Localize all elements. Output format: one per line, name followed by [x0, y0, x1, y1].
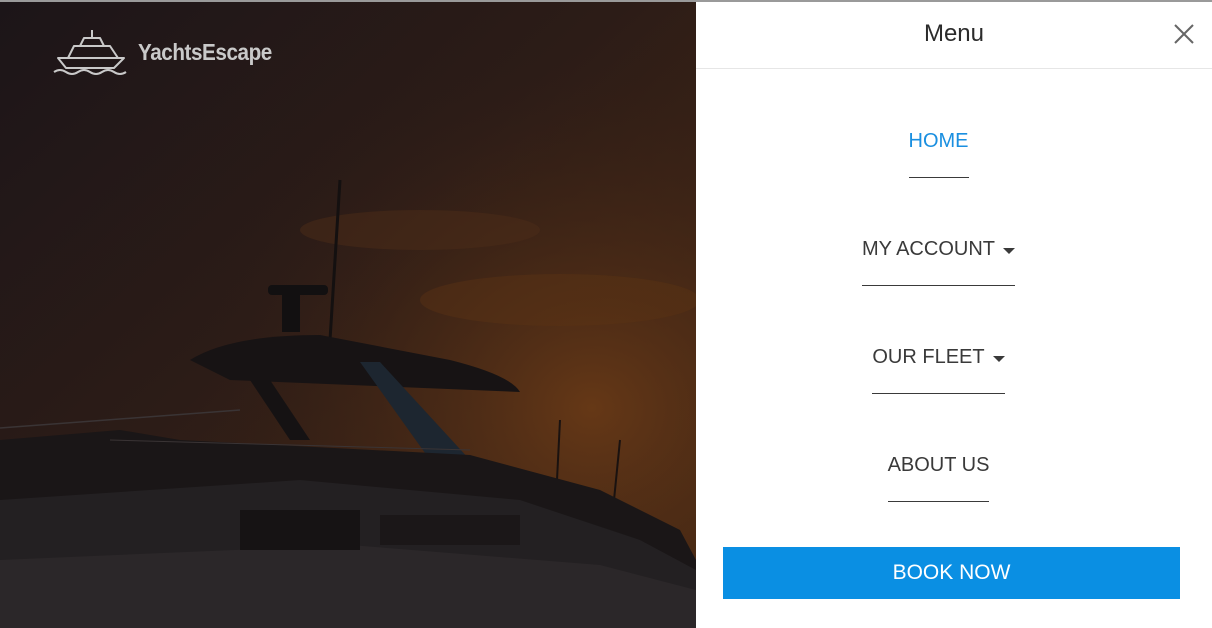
divider: [908, 177, 969, 178]
menu-header: Menu: [696, 2, 1212, 69]
menu-panel: Menu HOME MY ACCOUNT OUR FLEET ABOUT US …: [696, 2, 1212, 628]
home-label: HOME: [908, 130, 969, 152]
menu-item-about-us: ABOUT US: [696, 454, 1181, 502]
caret-down-icon: [992, 355, 1005, 362]
close-icon[interactable]: [1172, 22, 1196, 46]
menu-title: Menu: [923, 20, 985, 47]
about-us-label: ABOUT US: [887, 454, 990, 476]
about-us-link[interactable]: ABOUT US: [887, 454, 990, 502]
home-link[interactable]: HOME: [908, 130, 969, 178]
book-now-button[interactable]: BOOK NOW: [723, 547, 1180, 599]
brand-logo[interactable]: YachtsEscape: [52, 28, 287, 76]
my-account-link[interactable]: MY ACCOUNT: [862, 238, 1015, 286]
our-fleet-link[interactable]: OUR FLEET: [872, 346, 1005, 394]
menu-item-home: HOME: [696, 130, 1181, 178]
yacht-icon: [53, 30, 127, 75]
hero-background-image: YachtsEscape: [0, 0, 696, 628]
my-account-label: MY ACCOUNT: [862, 238, 995, 260]
caret-down-icon: [1002, 247, 1015, 254]
top-border: [0, 0, 1212, 2]
yacht-sunset-photo: [0, 0, 696, 628]
brand-name: YachtsEscape: [138, 38, 272, 65]
our-fleet-label: OUR FLEET: [872, 346, 985, 368]
menu-item-our-fleet: OUR FLEET: [696, 346, 1181, 394]
menu-item-my-account: MY ACCOUNT: [696, 238, 1181, 286]
